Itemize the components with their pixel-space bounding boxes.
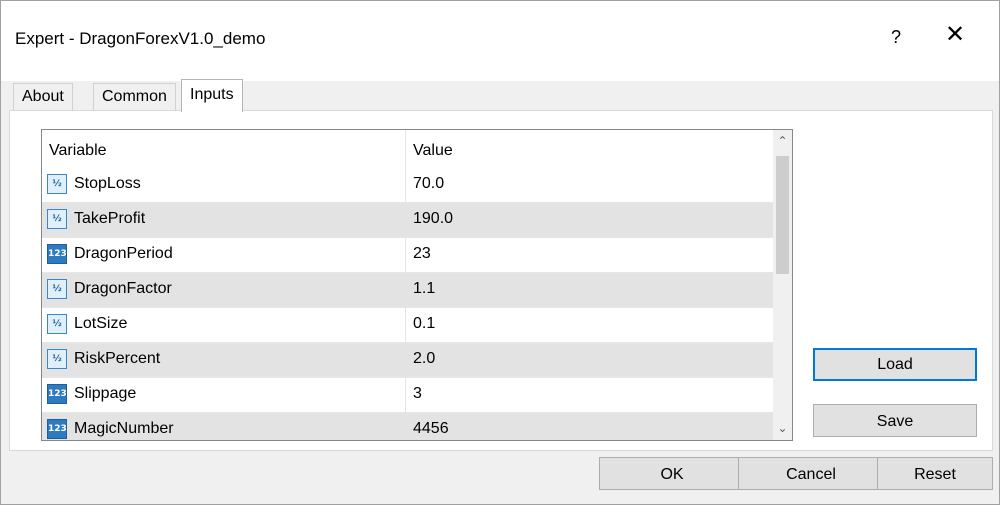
save-button[interactable]: Save	[813, 404, 977, 437]
scroll-down-icon[interactable]: ⌄	[773, 419, 792, 438]
table-row[interactable]: ½ StopLoss 70.0	[42, 168, 773, 203]
row-variable-name: TakeProfit	[74, 210, 146, 227]
double-icon: ½	[47, 174, 67, 194]
int-icon: 123	[47, 384, 67, 404]
row-value[interactable]: 0.1	[413, 315, 435, 333]
reset-button[interactable]: Reset	[877, 457, 993, 490]
vertical-scrollbar[interactable]: ⌃ ⌄	[773, 130, 792, 440]
title-bar: Expert - DragonForexV1.0_demo ? ✕	[1, 1, 999, 81]
column-divider	[405, 130, 406, 440]
row-variable-name: DragonFactor	[74, 280, 172, 297]
row-value[interactable]: 190.0	[413, 210, 453, 228]
row-value[interactable]: 2.0	[413, 350, 435, 368]
tab-inputs[interactable]: Inputs	[181, 79, 243, 112]
table-row[interactable]: 123 Slippage 3	[42, 378, 773, 413]
table-row[interactable]: ½ LotSize 0.1	[42, 308, 773, 343]
column-header-variable[interactable]: Variable	[49, 142, 107, 160]
ok-button[interactable]: OK	[599, 457, 745, 490]
row-value[interactable]: 1.1	[413, 280, 435, 298]
help-button[interactable]: ?	[891, 27, 901, 48]
double-icon: ½	[47, 349, 67, 369]
double-icon: ½	[47, 314, 67, 334]
inputs-table: Variable Value ½ StopLoss 70.0 ½ TakeProfit 1…	[41, 129, 793, 441]
double-icon: ½	[47, 279, 67, 299]
tab-about[interactable]: About	[13, 83, 73, 110]
window-title: Expert - DragonForexV1.0_demo	[15, 29, 266, 48]
tab-common[interactable]: Common	[93, 83, 176, 110]
row-variable-name: DragonPeriod	[74, 245, 173, 262]
table-row[interactable]: ½ RiskPercent 2.0	[42, 343, 773, 378]
row-variable-name: Slippage	[74, 385, 137, 402]
double-icon: ½	[47, 209, 67, 229]
row-variable-name: StopLoss	[74, 175, 141, 192]
row-variable-name: MagicNumber	[74, 420, 174, 437]
table-body: ½ StopLoss 70.0 ½ TakeProfit 190.0 123 DragonPe…	[42, 168, 773, 440]
int-icon: 123	[47, 419, 67, 439]
table-row[interactable]: ½ TakeProfit 190.0	[42, 203, 773, 238]
table-row[interactable]: ½ DragonFactor 1.1	[42, 273, 773, 308]
column-header-value[interactable]: Value	[413, 142, 453, 160]
expert-dialog: Expert - DragonForexV1.0_demo ? ✕ About …	[0, 0, 1000, 505]
row-value[interactable]: 3	[413, 385, 422, 403]
cancel-button[interactable]: Cancel	[738, 457, 884, 490]
table-row[interactable]: 123 MagicNumber 4456	[42, 413, 773, 440]
row-variable-name: RiskPercent	[74, 350, 161, 367]
table-header: Variable Value	[42, 130, 773, 168]
row-variable-name: LotSize	[74, 315, 128, 332]
row-value[interactable]: 23	[413, 245, 431, 263]
load-button[interactable]: Load	[813, 348, 977, 381]
close-icon[interactable]: ✕	[945, 23, 965, 47]
int-icon: 123	[47, 244, 67, 264]
scroll-thumb[interactable]	[776, 156, 789, 274]
row-value[interactable]: 4456	[413, 420, 449, 438]
row-value[interactable]: 70.0	[413, 175, 444, 193]
table-row[interactable]: 123 DragonPeriod 23	[42, 238, 773, 273]
scroll-up-icon[interactable]: ⌃	[773, 132, 792, 151]
